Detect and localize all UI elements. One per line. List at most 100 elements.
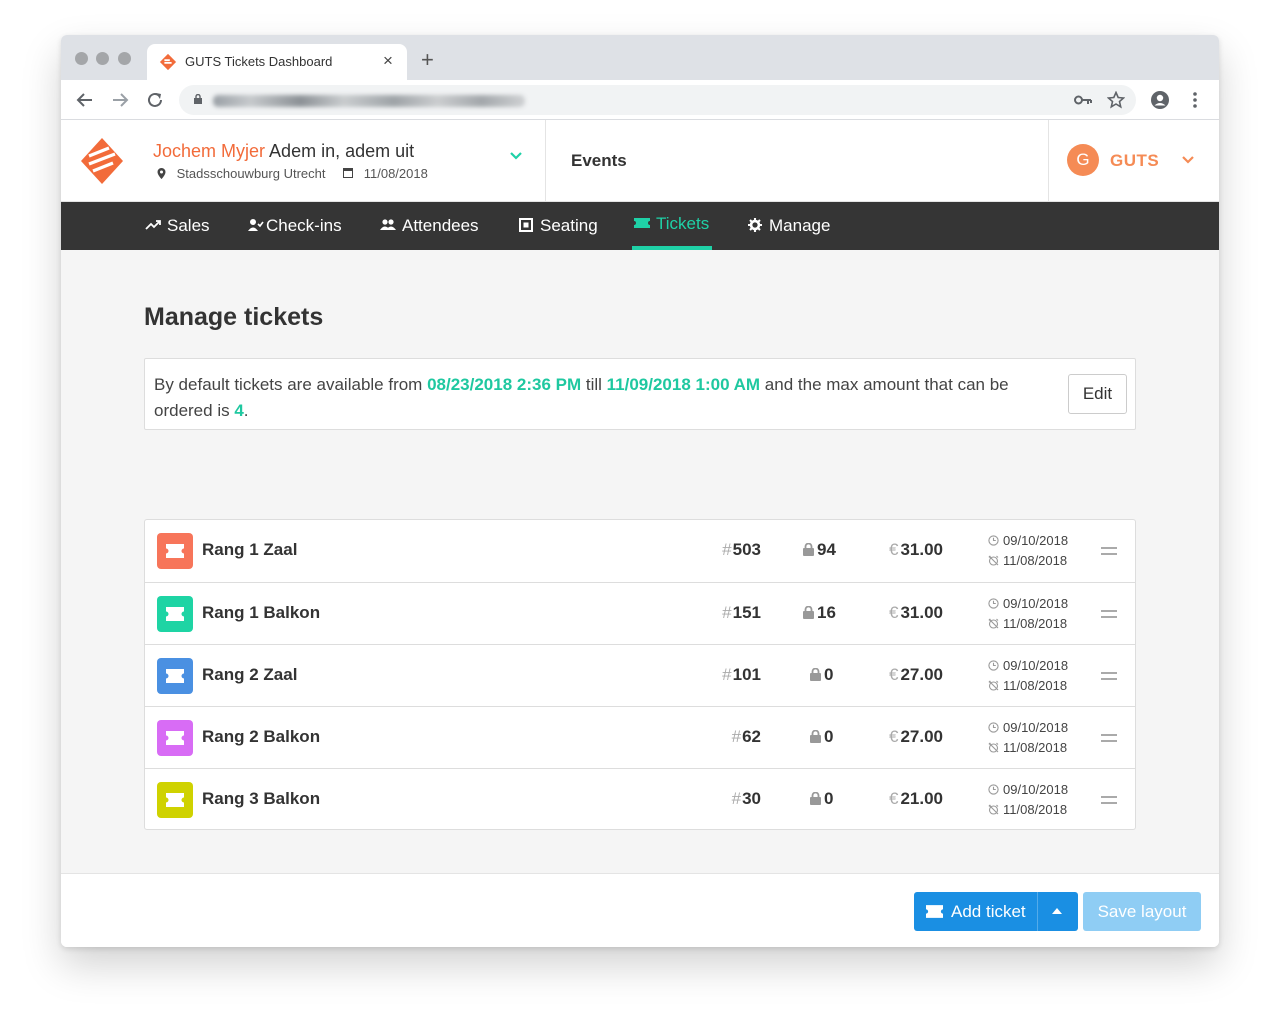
ticket-dates: 09/10/2018 11/08/2018 xyxy=(988,780,1068,820)
nav-item-label: Manage xyxy=(769,216,831,235)
org-avatar[interactable]: G xyxy=(1067,144,1099,176)
add-ticket-label: Add ticket xyxy=(951,902,1026,921)
guts-logo-icon xyxy=(81,138,123,184)
add-ticket-button[interactable]: Add ticket xyxy=(914,892,1078,931)
edit-button[interactable]: Edit xyxy=(1068,374,1127,414)
save-layout-button[interactable]: Save layout xyxy=(1083,892,1201,931)
browser-toolbar xyxy=(61,80,1219,120)
ticket-icon xyxy=(166,669,184,683)
ticket-row[interactable]: Rang 2 Zaal #101 0 €27.00 09/10/2018 11/08/20… xyxy=(145,644,1135,706)
ticket-name[interactable]: Rang 1 Balkon xyxy=(202,603,320,623)
browser-tab[interactable]: GUTS Tickets Dashboard × xyxy=(147,44,407,80)
hash-icon: # xyxy=(731,727,742,746)
ticket-price-value: 27.00 xyxy=(900,665,944,684)
ticket-sale-start-date: 09/10/2018 xyxy=(1003,533,1069,548)
ticket-type-icon xyxy=(157,720,193,756)
drag-handle-icon[interactable] xyxy=(1101,796,1117,804)
nav-item-label: Tickets xyxy=(656,214,710,233)
ticket-icon xyxy=(166,731,184,745)
minimize-window-button[interactable] xyxy=(96,52,109,65)
nav-item-check-ins[interactable]: Check-ins xyxy=(248,216,342,236)
ticket-locked-value: 0 xyxy=(824,789,834,808)
drag-handle-icon[interactable] xyxy=(1101,610,1117,618)
reload-icon[interactable] xyxy=(146,91,164,109)
app-header: Jochem Myjer Adem in, adem uit Stadsscho… xyxy=(61,120,1219,202)
max-order-amount: 4 xyxy=(234,401,244,420)
bookmark-star-icon[interactable] xyxy=(1107,91,1125,109)
clock-icon xyxy=(988,784,999,795)
events-link[interactable]: Events xyxy=(571,151,627,171)
users-icon xyxy=(380,219,396,230)
ticket-sale-start: 09/10/2018 xyxy=(988,718,1068,738)
button-divider xyxy=(1037,892,1038,931)
ticket-price: €27.00 xyxy=(889,665,943,685)
ticket-sale-end: 11/08/2018 xyxy=(988,551,1068,571)
drag-handle-icon[interactable] xyxy=(1101,547,1117,555)
location-pin-icon xyxy=(157,168,166,179)
ticket-sale-end: 11/08/2018 xyxy=(988,738,1068,758)
ticket-price-value: 21.00 xyxy=(900,789,944,808)
ticket-name[interactable]: Rang 3 Balkon xyxy=(202,789,320,809)
new-tab-icon[interactable]: + xyxy=(421,47,434,73)
drag-handle-icon[interactable] xyxy=(1101,734,1117,742)
lock-icon xyxy=(803,543,814,556)
profile-icon[interactable] xyxy=(1150,90,1170,110)
clock-icon xyxy=(988,535,999,546)
ticket-row[interactable]: Rang 1 Zaal #503 94 €31.00 09/10/2018 11/08/2… xyxy=(145,520,1135,582)
availability-end: 11/09/2018 1:00 AM xyxy=(606,375,761,394)
ticket-sale-start: 09/10/2018 xyxy=(988,531,1068,551)
header-divider xyxy=(545,120,546,202)
close-window-button[interactable] xyxy=(75,52,88,65)
ticket-row[interactable]: Rang 1 Balkon #151 16 €31.00 09/10/2018 11/08… xyxy=(145,582,1135,644)
header-divider xyxy=(1048,120,1049,202)
ticket-locked-value: 0 xyxy=(824,665,834,684)
availability-start: 08/23/2018 2:36 PM xyxy=(427,375,582,394)
caret-up-icon[interactable] xyxy=(1052,908,1062,914)
url-text-blurred xyxy=(213,95,525,107)
ticket-locked: 16 xyxy=(803,603,836,623)
ticket-locked: 0 xyxy=(810,665,833,685)
event-meta: Stadsschouwburg Utrecht 11/08/2018 xyxy=(157,166,428,181)
key-icon[interactable] xyxy=(1074,93,1092,107)
maximize-window-button[interactable] xyxy=(118,52,131,65)
ticket-name[interactable]: Rang 1 Zaal xyxy=(202,540,297,560)
ticket-dates: 09/10/2018 11/08/2018 xyxy=(988,656,1068,696)
event-chevron-down-icon[interactable] xyxy=(508,148,524,164)
address-bar[interactable] xyxy=(179,85,1136,115)
nav-item-manage[interactable]: Manage xyxy=(747,216,830,236)
back-arrow-icon[interactable] xyxy=(76,91,94,109)
tab-strip: GUTS Tickets Dashboard × + xyxy=(61,35,1219,80)
availability-text: By default tickets are available from 08… xyxy=(154,372,1059,424)
drag-handle-icon[interactable] xyxy=(1101,672,1117,680)
ticket-sale-end-date: 11/08/2018 xyxy=(1003,740,1068,755)
event-name[interactable]: Jochem Myjer Adem in, adem uit xyxy=(153,141,414,162)
nav-item-seating[interactable]: Seating xyxy=(518,216,598,236)
lock-icon xyxy=(803,606,814,619)
gear-icon xyxy=(748,218,762,232)
forward-arrow-icon[interactable] xyxy=(111,91,129,109)
euro-icon: € xyxy=(889,603,899,622)
ticket-locked-value: 16 xyxy=(817,603,836,622)
ticket-sale-start: 09/10/2018 xyxy=(988,656,1068,676)
nav-item-label: Attendees xyxy=(402,216,479,235)
ticket-row[interactable]: Rang 3 Balkon #30 0 €21.00 09/10/2018 11/08/2… xyxy=(145,768,1135,830)
ticket-sale-end-date: 11/08/2018 xyxy=(1003,616,1068,631)
org-chevron-down-icon[interactable] xyxy=(1180,152,1196,168)
ticket-row[interactable]: Rang 2 Balkon #62 0 €27.00 09/10/2018 11/08/2… xyxy=(145,706,1135,768)
info-period: . xyxy=(243,401,249,420)
ticket-icon xyxy=(166,544,184,558)
ticket-sale-start-date: 09/10/2018 xyxy=(1003,720,1069,735)
org-name[interactable]: GUTS xyxy=(1110,151,1159,171)
nav-item-attendees[interactable]: Attendees xyxy=(380,216,479,236)
ticket-sale-start-date: 09/10/2018 xyxy=(1003,596,1069,611)
ticket-name[interactable]: Rang 2 Zaal xyxy=(202,665,297,685)
ticket-count-value: 151 xyxy=(732,603,761,622)
ticket-price-value: 27.00 xyxy=(900,727,944,746)
nav-item-tickets[interactable]: Tickets xyxy=(634,214,709,234)
ticket-sale-start: 09/10/2018 xyxy=(988,594,1068,614)
ticket-name[interactable]: Rang 2 Balkon xyxy=(202,727,320,747)
nav-item-sales[interactable]: Sales xyxy=(145,216,210,236)
tab-close-icon[interactable]: × xyxy=(379,51,397,71)
menu-dots-icon[interactable] xyxy=(1192,91,1198,109)
ticket-count-value: 101 xyxy=(732,665,761,684)
